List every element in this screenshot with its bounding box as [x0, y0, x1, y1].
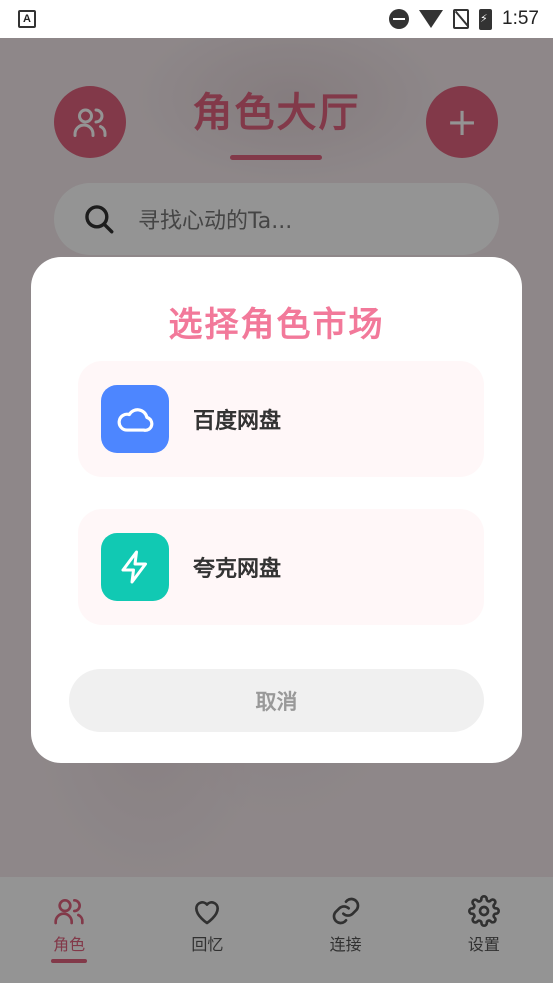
status-bar: A 1:57 [0, 0, 553, 38]
dnd-icon [389, 9, 410, 29]
baidu-icon-box [101, 385, 169, 453]
no-sim-icon [453, 9, 470, 29]
option-label-baidu: 百度网盘 [193, 409, 282, 434]
option-quark-netdisk[interactable]: 夸克网盘 [78, 509, 484, 625]
cancel-button[interactable]: 取消 [69, 669, 484, 732]
cloud-icon [117, 408, 154, 432]
keyboard-indicator-icon: A [18, 10, 36, 28]
quark-icon-box [101, 533, 169, 601]
status-icons: 1:57 [389, 8, 539, 30]
option-label-quark: 夸克网盘 [193, 557, 282, 582]
wifi-icon [419, 10, 444, 28]
dialog-title: 选择角色市场 [168, 305, 385, 345]
role-market-dialog: 选择角色市场 百度网盘 夸克网盘 取消 [31, 257, 522, 763]
option-baidu-netdisk[interactable]: 百度网盘 [78, 361, 484, 477]
status-time: 1:57 [502, 8, 539, 29]
lightning-icon [121, 550, 147, 584]
battery-charging-icon [479, 8, 493, 30]
